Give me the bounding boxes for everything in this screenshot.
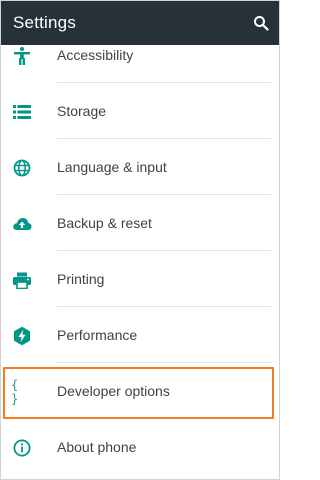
settings-item-about-phone[interactable]: About phone bbox=[1, 419, 279, 475]
settings-list: Accessibility Storage Language & input B… bbox=[1, 27, 279, 475]
settings-item-label: Performance bbox=[57, 327, 138, 343]
cloud-upload-icon bbox=[11, 213, 33, 235]
page-title: Settings bbox=[13, 13, 77, 32]
info-icon bbox=[11, 437, 33, 459]
settings-item-label: About phone bbox=[57, 439, 137, 455]
settings-item-printing[interactable]: Printing bbox=[1, 251, 279, 307]
app-bar: Settings bbox=[1, 1, 279, 45]
settings-screen: Settings Accessibility Storage Language … bbox=[0, 0, 280, 480]
settings-item-label: Printing bbox=[57, 271, 105, 287]
globe-icon bbox=[11, 157, 33, 179]
accessibility-icon bbox=[11, 45, 33, 67]
settings-item-label: Language & input bbox=[57, 159, 167, 175]
settings-item-label: Backup & reset bbox=[57, 215, 152, 231]
code-braces-glyph: { } bbox=[11, 378, 20, 406]
printer-icon bbox=[11, 269, 33, 291]
settings-item-performance[interactable]: Performance bbox=[1, 307, 279, 363]
settings-item-storage[interactable]: Storage bbox=[1, 83, 279, 139]
settings-item-label: Developer options bbox=[57, 383, 170, 399]
settings-item-developer-options[interactable]: { } Developer options bbox=[1, 363, 279, 419]
settings-item-backup-reset[interactable]: Backup & reset bbox=[1, 195, 279, 251]
settings-item-language-input[interactable]: Language & input bbox=[1, 139, 279, 195]
performance-icon bbox=[11, 325, 33, 347]
settings-item-label: Accessibility bbox=[57, 47, 134, 63]
storage-icon bbox=[11, 101, 33, 123]
code-braces-icon: { } bbox=[11, 378, 33, 406]
search-icon[interactable] bbox=[251, 13, 271, 33]
settings-item-label: Storage bbox=[57, 103, 107, 119]
